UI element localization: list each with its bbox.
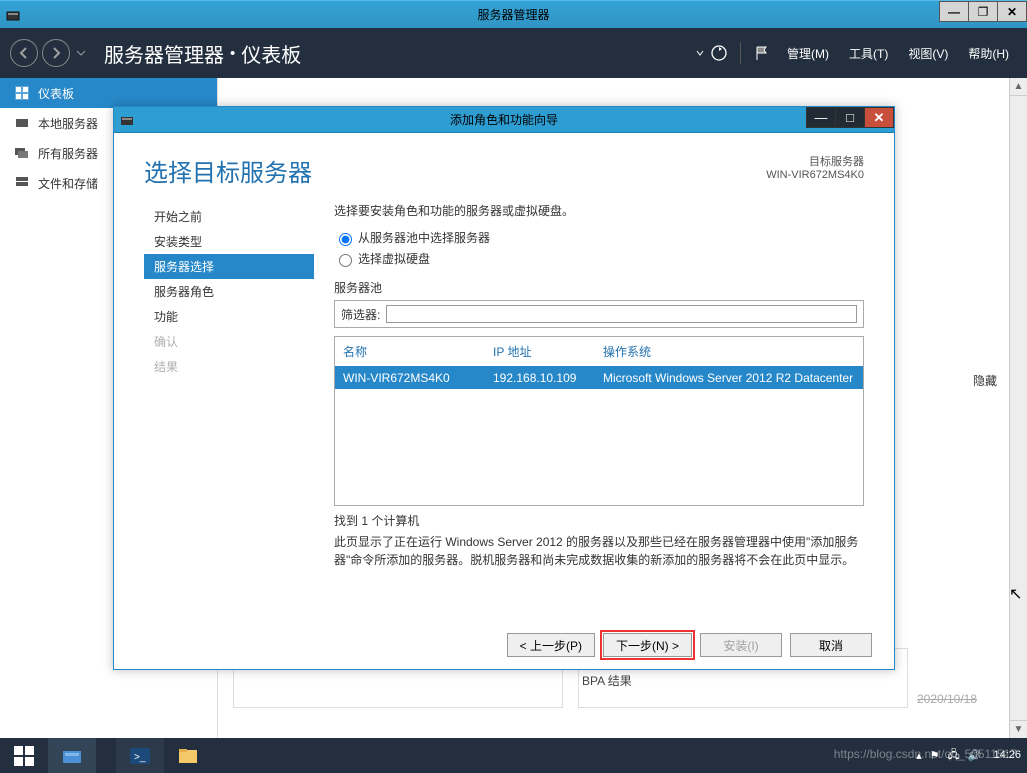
install-button: 安装(I) (700, 633, 782, 657)
instruction: 选择要安装角色和功能的服务器或虚拟硬盘。 (334, 202, 864, 219)
breadcrumb-root[interactable]: 服务器管理器 (104, 39, 224, 68)
outer-close-button[interactable]: ✕ (997, 1, 1027, 22)
cancel-button[interactable]: 取消 (790, 633, 872, 657)
sidebar-label-3: 文件和存储 (38, 175, 98, 192)
storage-icon (14, 175, 30, 191)
wizard-icon (114, 113, 140, 127)
server-row[interactable]: WIN-VIR672MS4K0 192.168.10.109 Microsoft… (335, 367, 863, 389)
local-server-icon (14, 115, 30, 131)
sidebar-label-2: 所有服务器 (38, 145, 98, 162)
step-roles[interactable]: 服务器角色 (144, 279, 314, 304)
server-list-header: 名称 IP 地址 操作系统 (335, 337, 863, 367)
hide-button[interactable]: 隐藏 (973, 372, 997, 389)
prev-button[interactable]: < 上一步(P) (507, 633, 595, 657)
app-header: 服务器管理器 • 仪表板 管理(M) 工具(T) 视图(V) 帮助(H) (0, 28, 1027, 78)
menu-tools[interactable]: 工具(T) (849, 45, 888, 62)
flag-icon[interactable] (751, 42, 773, 64)
nav-forward-button[interactable] (42, 39, 70, 67)
wizard-minimize-button[interactable]: — (806, 107, 836, 128)
wizard-maximize-button[interactable]: □ (835, 107, 865, 128)
radio-vhd-row[interactable]: 选择虚拟硬盘 (334, 250, 864, 267)
step-features[interactable]: 功能 (144, 304, 314, 329)
step-before[interactable]: 开始之前 (144, 204, 314, 229)
cursor-icon: ↖ (1009, 584, 1022, 604)
sidebar-item-dashboard[interactable]: 仪表板 (0, 78, 217, 108)
step-type[interactable]: 安装类型 (144, 229, 314, 254)
scroll-down-button[interactable]: ▼ (1010, 720, 1027, 738)
wizard-dialog: 添加角色和功能向导 — □ ✕ 选择目标服务器 目标服务器 WIN-VIR672… (113, 106, 895, 670)
radio-pool-label: 从服务器池中选择服务器 (358, 229, 490, 246)
outer-titlebar: 服务器管理器 — ❐ ✕ (0, 0, 1027, 28)
wizard-title: 添加角色和功能向导 (450, 111, 558, 128)
watermark: https://blog.csdn.net/qq_50511517 (834, 747, 1017, 761)
wizard-close-button[interactable]: ✕ (864, 107, 894, 128)
outer-title: 服务器管理器 (477, 6, 549, 23)
wizard-footer: < 上一步(P) 下一步(N) > 安装(I) 取消 (507, 633, 872, 657)
target-name: WIN-VIR672MS4K0 (766, 169, 864, 181)
wizard-target: 目标服务器 WIN-VIR672MS4K0 (766, 153, 864, 181)
menu-help[interactable]: 帮助(H) (968, 45, 1009, 62)
taskbar-explorer[interactable] (164, 738, 212, 773)
next-button[interactable]: 下一步(N) > (603, 633, 692, 657)
date-stamp: 2020/10/18 (917, 692, 977, 706)
radio-pool[interactable] (339, 233, 352, 246)
row-ip: 192.168.10.109 (493, 371, 603, 385)
col-name[interactable]: 名称 (343, 343, 493, 360)
all-servers-icon (14, 145, 30, 161)
svg-text:>_: >_ (134, 752, 146, 763)
col-ip[interactable]: IP 地址 (493, 343, 603, 360)
outer-minimize-button[interactable]: — (939, 1, 969, 22)
server-list: 名称 IP 地址 操作系统 WIN-VIR672MS4K0 192.168.10… (334, 336, 864, 506)
taskbar: >_ ▴ ⚑ 🖧 🔊 14:26 https://blog.csdn.net/q… (0, 738, 1027, 773)
col-os[interactable]: 操作系统 (603, 343, 855, 360)
scroll-up-button[interactable]: ▲ (1010, 78, 1027, 96)
radio-pool-row[interactable]: 从服务器池中选择服务器 (334, 229, 864, 246)
refresh-icon[interactable] (708, 42, 730, 64)
start-button[interactable] (0, 738, 48, 773)
chevron-down-icon[interactable] (696, 49, 704, 57)
nav-dropdown-icon[interactable] (76, 48, 86, 58)
taskbar-server-manager[interactable] (48, 738, 96, 773)
sidebar-label-0: 仪表板 (38, 85, 74, 102)
radio-vhd-label: 选择虚拟硬盘 (358, 250, 430, 267)
wizard-titlebar[interactable]: 添加角色和功能向导 — □ ✕ (114, 107, 894, 133)
wizard-content: 选择要安装角色和功能的服务器或虚拟硬盘。 从服务器池中选择服务器 选择虚拟硬盘 … (314, 198, 864, 588)
bpa-label: BPA 结果 (582, 672, 632, 689)
outer-maximize-button[interactable]: ❐ (968, 1, 998, 22)
step-results: 结果 (144, 354, 314, 379)
target-label: 目标服务器 (766, 153, 864, 169)
filter-input[interactable] (386, 305, 857, 323)
server-manager-icon (0, 8, 26, 22)
row-name: WIN-VIR672MS4K0 (343, 371, 493, 385)
filter-row: 筛选器: (334, 300, 864, 328)
pool-label: 服务器池 (334, 279, 864, 296)
menu-view[interactable]: 视图(V) (908, 45, 948, 62)
nav-back-button[interactable] (10, 39, 38, 67)
dashboard-icon (14, 85, 30, 101)
wizard-heading: 选择目标服务器 (144, 153, 766, 188)
menu-manage[interactable]: 管理(M) (787, 45, 829, 62)
filter-label: 筛选器: (341, 306, 380, 323)
taskbar-powershell[interactable]: >_ (116, 738, 164, 773)
row-os: Microsoft Windows Server 2012 R2 Datacen… (603, 371, 855, 385)
scrollbar[interactable]: ▲ ▼ (1009, 78, 1027, 738)
found-count: 找到 1 个计算机 (334, 512, 864, 529)
radio-vhd[interactable] (339, 254, 352, 267)
page-description: 此页显示了正在运行 Windows Server 2012 的服务器以及那些已经… (334, 533, 864, 569)
sidebar-label-1: 本地服务器 (38, 115, 98, 132)
breadcrumb-current[interactable]: 仪表板 (241, 39, 301, 68)
wizard-nav: 开始之前 安装类型 服务器选择 服务器角色 功能 确认 结果 (144, 198, 314, 588)
step-confirm: 确认 (144, 329, 314, 354)
step-select[interactable]: 服务器选择 (144, 254, 314, 279)
